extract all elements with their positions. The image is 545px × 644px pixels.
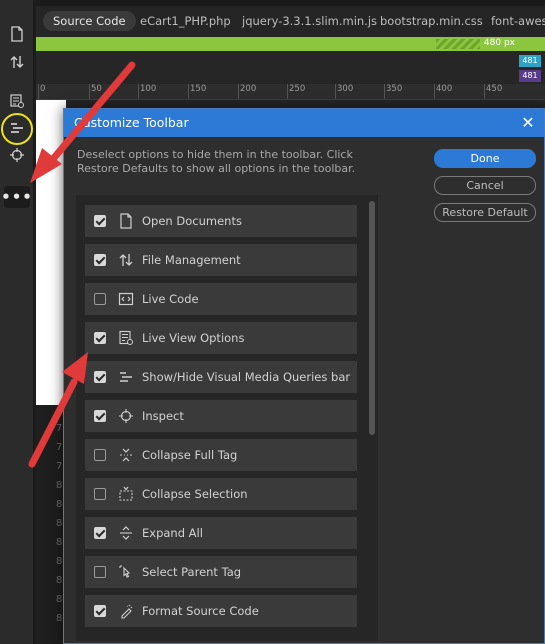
option-row[interactable]: Inspect (85, 400, 357, 432)
more-options-button[interactable]: ••• (1, 186, 32, 208)
collapse-selection-icon (118, 486, 134, 502)
breakpoint-marker[interactable]: 481 (519, 70, 541, 82)
mq-chevrons (436, 39, 480, 49)
file-transfer-icon[interactable] (5, 50, 29, 74)
cancel-button[interactable]: Cancel (434, 176, 536, 195)
tab-ecart1-php[interactable]: eCart1_PHP.php (140, 11, 231, 31)
ruler-label: 0 (37, 84, 46, 99)
option-label: Collapse Selection (142, 487, 248, 501)
option-checkbox[interactable] (94, 215, 106, 227)
line-number: 8 (56, 594, 63, 605)
option-row[interactable]: Collapse Full Tag (85, 439, 357, 471)
line-number: 8 (56, 556, 63, 567)
option-checkbox[interactable] (94, 605, 106, 617)
option-row[interactable]: File Management (85, 244, 357, 276)
option-label: File Management (142, 253, 241, 267)
format-code-icon (118, 603, 134, 619)
tab-jquery[interactable]: jquery-3.3.1.slim.min.js (242, 11, 377, 31)
option-row[interactable]: Live Code (85, 283, 357, 315)
ruler-label: 50 (89, 84, 102, 99)
option-row[interactable]: Format Source Code (85, 595, 357, 627)
file-transfer-icon (118, 252, 134, 268)
option-checkbox[interactable] (94, 293, 106, 305)
tab-bootstrap-css[interactable]: bootstrap.min.css (380, 11, 483, 31)
option-row[interactable]: Show/Hide Visual Media Queries bar (85, 361, 357, 393)
option-checkbox[interactable] (94, 254, 106, 266)
option-row[interactable]: Expand All (85, 517, 357, 549)
line-number: 8 (56, 518, 63, 529)
option-label: Open Documents (142, 214, 242, 228)
dialog-title: Customize Toolbar (74, 115, 189, 130)
option-row[interactable]: Live View Options (85, 322, 357, 354)
live-view-options-icon (118, 330, 134, 346)
options-list: Open Documents File Management Live Code… (76, 195, 378, 641)
option-checkbox[interactable] (94, 449, 106, 461)
option-row[interactable]: Select Parent Tag (85, 556, 357, 588)
media-query-bar[interactable]: 480 px (36, 37, 545, 51)
tab-font-awesome[interactable]: font-aweso (491, 11, 545, 31)
option-label: Live View Options (142, 331, 245, 345)
option-row[interactable]: Collapse Selection (85, 478, 357, 510)
option-label: Format Source Code (142, 604, 259, 618)
ruler-label: 300 (334, 84, 354, 99)
ruler-label: 350 (383, 84, 403, 99)
document-icon[interactable] (5, 22, 29, 46)
customize-toolbar-dialog: Customize Toolbar ✕ Deselect options to … (63, 108, 545, 644)
ruler-label: 450 (483, 84, 503, 99)
ruler-label: 100 (137, 84, 157, 99)
option-checkbox[interactable] (94, 332, 106, 344)
option-label: Collapse Full Tag (142, 448, 238, 462)
option-checkbox[interactable] (94, 371, 106, 383)
live-code-icon (118, 291, 134, 307)
line-number: 8 (56, 480, 63, 491)
done-button[interactable]: Done (434, 149, 536, 168)
restore-default-button[interactable]: Restore Default (434, 203, 536, 222)
line-number: 7 (56, 461, 63, 472)
line-number: 8 (56, 499, 63, 510)
media-queries-icon[interactable] (5, 117, 29, 141)
option-label: Show/Hide Visual Media Queries bar (142, 370, 351, 384)
line-number: 7 (56, 423, 63, 434)
option-checkbox[interactable] (94, 410, 106, 422)
mq-width-label: 480 px (483, 38, 515, 48)
live-view-canvas[interactable] (36, 100, 66, 405)
crosshair-icon[interactable] (5, 143, 29, 167)
ruler-label: 250 (286, 84, 306, 99)
dialog-instructions: Deselect options to hide them in the too… (77, 148, 356, 175)
option-label: Inspect (142, 409, 184, 423)
ruler-label: 200 (237, 84, 257, 99)
collapse-full-tag-icon (118, 447, 134, 463)
option-label: Live Code (142, 292, 199, 306)
option-label: Select Parent Tag (142, 565, 242, 579)
breakpoint-marker[interactable]: 481 (519, 55, 541, 67)
left-toolbar: ••• (0, 0, 34, 644)
option-label: Expand All (142, 526, 203, 540)
ruler-label: 150 (187, 84, 207, 99)
document-icon (118, 213, 134, 229)
option-checkbox[interactable] (94, 488, 106, 500)
tab-source-code[interactable]: Source Code (43, 11, 136, 31)
option-checkbox[interactable] (94, 527, 106, 539)
option-row[interactable]: Open Documents (85, 205, 357, 237)
option-checkbox[interactable] (94, 566, 106, 578)
line-number: 8 (56, 537, 63, 548)
horizontal-ruler: 0 50 100 150 200 250 300 350 400 450 (36, 84, 545, 100)
live-view-options-icon[interactable] (5, 89, 29, 113)
crosshair-icon (118, 408, 134, 424)
close-icon[interactable]: ✕ (518, 113, 538, 133)
options-scrollbar[interactable] (369, 201, 375, 435)
ruler-label: 400 (433, 84, 453, 99)
related-files-bar: Source Code eCart1_PHP.php jquery-3.3.1.… (36, 6, 545, 36)
dialog-header: Customize Toolbar ✕ (64, 109, 544, 137)
select-parent-tag-icon (118, 564, 134, 580)
line-number: 8 (56, 613, 63, 624)
media-queries-icon (118, 369, 134, 385)
line-number: 8 (56, 575, 63, 586)
expand-all-icon (118, 525, 134, 541)
line-number: 7 (56, 442, 63, 453)
